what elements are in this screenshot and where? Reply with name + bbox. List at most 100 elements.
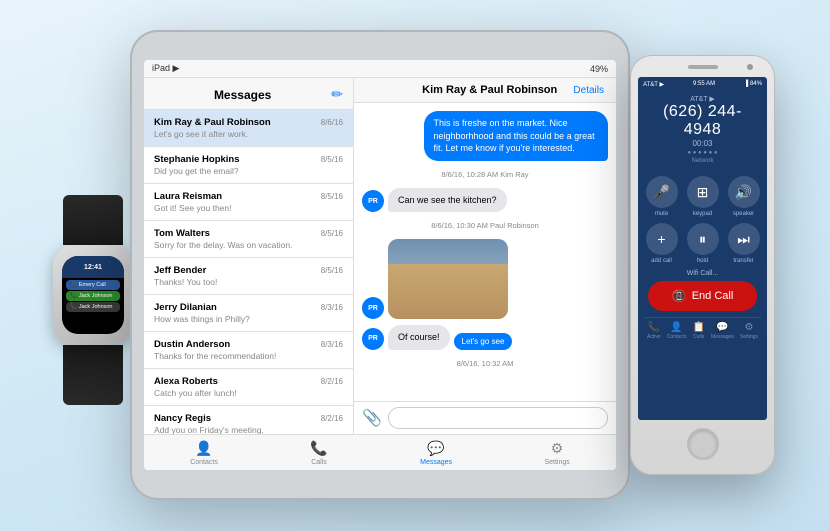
settings-tab-label: Settings	[740, 334, 758, 340]
iphone-carrier-status: AT&T ▶	[643, 81, 664, 88]
chat-input[interactable]	[388, 407, 608, 429]
add-call-button[interactable]: + add call	[644, 223, 679, 264]
see-more-button[interactable]: Let's go see	[454, 333, 513, 350]
avatar-pr: PR	[362, 190, 384, 212]
iphone-tab-bar: 📞 Active 👤 Contacts 📋 Calls 💬 Messages	[644, 317, 761, 344]
iphone-network-label: Network	[646, 158, 759, 164]
message-item-name-8: Nancy Regis	[154, 413, 211, 424]
chat-image	[388, 239, 508, 319]
transfer-button[interactable]: ⏭ transfer	[726, 223, 761, 264]
avatar-pr-2: PR	[362, 297, 384, 319]
msg-row-left-2: PR Of course! Let's go see	[362, 325, 608, 350]
hold-icon: ⏸	[687, 223, 719, 255]
message-item-3[interactable]: Tom Walters 8/5/16 Sorry for the delay. …	[144, 221, 353, 258]
attachment-icon[interactable]: 📎	[362, 408, 382, 428]
message-item-7[interactable]: Alexa Roberts 8/2/16 Catch you after lun…	[144, 369, 353, 406]
iphone-camera	[747, 64, 753, 70]
ipad-status-right: 49%	[590, 64, 608, 74]
msg-bubble-incoming-2: Of course!	[388, 325, 450, 350]
message-item-date-7: 8/2/16	[321, 377, 343, 386]
message-item-preview-7: Catch you after lunch!	[154, 388, 343, 398]
ipad-status-left: iPad ▶	[152, 63, 179, 74]
iphone-tab-contacts[interactable]: 👤 Contacts	[667, 322, 687, 340]
nav-messages[interactable]: 💬 Messages	[420, 440, 452, 466]
contacts-tab-icon: 👤	[670, 322, 682, 333]
message-item-5[interactable]: Jerry Dilanian 8/3/16 How was things in …	[144, 295, 353, 332]
messages-tab-label: Messages	[711, 334, 734, 340]
ipad: iPad ▶ 49% Messages ✏ Kim Ray & Paul Rob…	[130, 30, 630, 500]
watch-screen: 12:41 📞 Emery Call 📞 Jack Johnson 📞 Jack…	[62, 256, 124, 334]
mute-button[interactable]: 🎤 mute	[644, 176, 679, 217]
chat-title: Kim Ray & Paul Robinson	[406, 84, 573, 96]
watch-band-bottom	[63, 345, 123, 405]
keypad-icon: ⊞	[687, 176, 719, 208]
nav-messages-label: Messages	[420, 459, 452, 466]
ipad-screen: iPad ▶ 49% Messages ✏ Kim Ray & Paul Rob…	[144, 60, 616, 470]
mute-icon: 🎤	[646, 176, 678, 208]
compose-icon[interactable]: ✏	[331, 86, 343, 103]
contacts-icon: 👤	[195, 440, 212, 457]
message-item-preview-2: Got it! See you then!	[154, 203, 343, 213]
message-item-name-3: Tom Walters	[154, 228, 210, 239]
chat-details-button[interactable]: Details	[573, 85, 604, 96]
watch-screen-header: 12:41	[62, 256, 124, 278]
messages-title: Messages	[154, 88, 331, 102]
transfer-label: transfer	[733, 258, 753, 264]
watch-call-item-1[interactable]: 📞 Emery Call	[66, 280, 120, 290]
message-item-date-3: 8/5/16	[321, 229, 343, 238]
message-item-1[interactable]: Stephanie Hopkins 8/5/16 Did you get the…	[144, 147, 353, 184]
message-items-list: Kim Ray & Paul Robinson 8/6/16 Let's go …	[144, 110, 353, 434]
active-tab-label: Active	[647, 334, 661, 340]
nav-contacts[interactable]: 👤 Contacts	[190, 440, 218, 466]
messages-tab-icon: 💬	[716, 322, 728, 333]
iphone-speaker	[688, 65, 718, 69]
calls-tab-icon: 📋	[693, 322, 705, 333]
bubble-text-1: This is freshe on the market. Nice neigh…	[424, 111, 609, 161]
message-item-name-2: Laura Reisman	[154, 191, 222, 202]
add-call-label: add call	[651, 258, 672, 264]
nav-settings-label: Settings	[544, 459, 569, 466]
message-item-date-8: 8/2/16	[321, 414, 343, 423]
iphone-home-button[interactable]	[687, 428, 719, 460]
message-item-name-4: Jeff Bender	[154, 265, 206, 276]
speaker-button[interactable]: 🔊 speaker	[726, 176, 761, 217]
message-item-6[interactable]: Dustin Anderson 8/3/16 Thanks for the re…	[144, 332, 353, 369]
active-tab-icon: 📞	[648, 322, 660, 333]
keypad-button[interactable]: ⊞ keypad	[685, 176, 720, 217]
iphone-screen: AT&T ▶ 9:55 AM ▐ 84% AT&T ▶ (626) 244-49…	[638, 77, 767, 420]
messages-icon: 💬	[427, 440, 444, 457]
iphone-call-duration: 00:03	[646, 139, 759, 148]
end-call-icon: 📵	[672, 289, 687, 303]
msg-bubble-incoming-1: Can we see the kitchen?	[388, 188, 507, 213]
message-item-name-1: Stephanie Hopkins	[154, 154, 240, 165]
hold-button[interactable]: ⏸ hold	[685, 223, 720, 264]
watch-time: 12:41	[84, 264, 102, 271]
message-item-date-2: 8/5/16	[321, 192, 343, 201]
ipad-nav-bar: 👤 Contacts 📞 Calls 💬 Messages ⚙ Settings	[144, 434, 616, 470]
message-item-4[interactable]: Jeff Bender 8/5/16 Thanks! You too!	[144, 258, 353, 295]
watch-call-item-2[interactable]: 📞 Jack Johnson	[66, 291, 120, 301]
iphone-controls: 🎤 mute ⊞ keypad 🔊 speaker + add call	[638, 168, 767, 420]
message-item-0[interactable]: Kim Ray & Paul Robinson 8/6/16 Let's go …	[144, 110, 353, 147]
keypad-label: keypad	[693, 211, 712, 217]
message-item-name-6: Dustin Anderson	[154, 339, 230, 350]
iphone-call-header: AT&T ▶ (626) 244-4948 00:03 ● ● ● ● ● ● …	[638, 91, 767, 168]
iphone-tab-calls[interactable]: 📋 Calls	[693, 322, 705, 340]
avatar-pr-3: PR	[362, 328, 384, 350]
message-item-8[interactable]: Nancy Regis 8/2/16 Add you on Friday's m…	[144, 406, 353, 434]
message-item-2[interactable]: Laura Reisman 8/5/16 Got it! See you the…	[144, 184, 353, 221]
end-call-button[interactable]: 📵 End Call	[648, 281, 757, 311]
message-item-preview-5: How was things in Philly?	[154, 314, 343, 324]
nav-settings[interactable]: ⚙ Settings	[544, 440, 569, 466]
iphone-tab-messages[interactable]: 💬 Messages	[711, 322, 734, 340]
network-dots: ● ● ● ● ● ●	[687, 150, 717, 156]
message-item-name-5: Jerry Dilanian	[154, 302, 217, 313]
watch-call-item-3[interactable]: 📞 Jack Johnson	[66, 302, 120, 312]
calls-tab-label: Calls	[693, 334, 704, 340]
chat-messages: This is freshe on the market. Nice neigh…	[354, 103, 616, 401]
iphone-tab-settings[interactable]: ⚙ Settings	[740, 322, 758, 340]
iphone-tab-active[interactable]: 📞 Active	[647, 322, 661, 340]
message-item-date-4: 8/5/16	[321, 266, 343, 275]
watch-case: 12:41 📞 Emery Call 📞 Jack Johnson 📞 Jack…	[53, 245, 133, 345]
nav-calls[interactable]: 📞 Calls	[310, 440, 327, 466]
